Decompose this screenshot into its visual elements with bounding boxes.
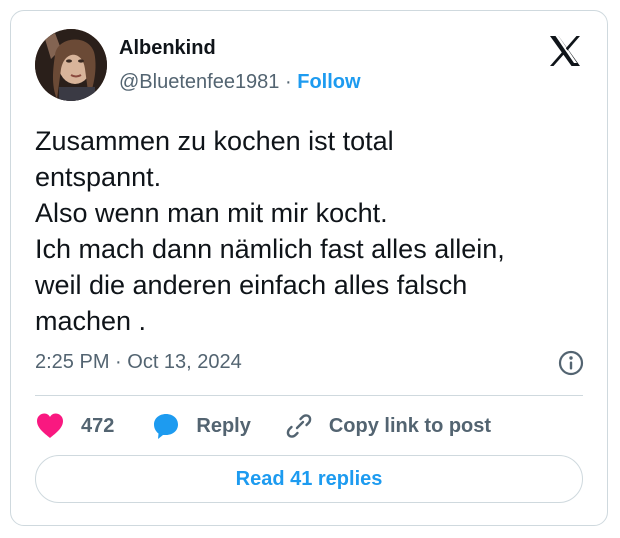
reply-label: Reply [196, 414, 251, 437]
display-name[interactable]: Albenkind [119, 37, 216, 60]
user-avatar-photo [35, 29, 107, 101]
tweet-text: Zusammen zu kochen ist total entspannt. … [35, 126, 505, 336]
like-button[interactable]: 472 [35, 412, 114, 440]
copy-link-label: Copy link to post [328, 414, 492, 437]
speech-bubble-icon [154, 414, 179, 439]
avatar[interactable] [35, 29, 107, 101]
divider [35, 395, 583, 396]
like-count: 472 [81, 414, 115, 437]
tweet-card: Albenkind @Bluetenfee1981 · Follow Zusam… [10, 10, 608, 526]
heart-icon [37, 413, 63, 438]
handle-row: @Bluetenfee1981 · Follow [119, 71, 361, 94]
link-icon [286, 414, 312, 438]
user-handle[interactable]: @Bluetenfee1981 [119, 71, 279, 93]
follow-button[interactable]: Follow [297, 71, 360, 93]
x-logo-icon[interactable] [547, 33, 583, 69]
read-replies-label: Read 41 replies [235, 467, 383, 490]
read-replies-button[interactable]: Read 41 replies [35, 455, 583, 503]
separator-dot: · [285, 71, 292, 93]
copy-link-button[interactable]: Copy link to post [285, 412, 491, 440]
info-icon[interactable] [557, 349, 585, 377]
reply-button[interactable]: Reply [152, 412, 251, 440]
action-bar: 472 Reply Copy link to post [35, 409, 491, 443]
timestamp[interactable]: 2:25 PM · Oct 13, 2024 [35, 351, 242, 374]
